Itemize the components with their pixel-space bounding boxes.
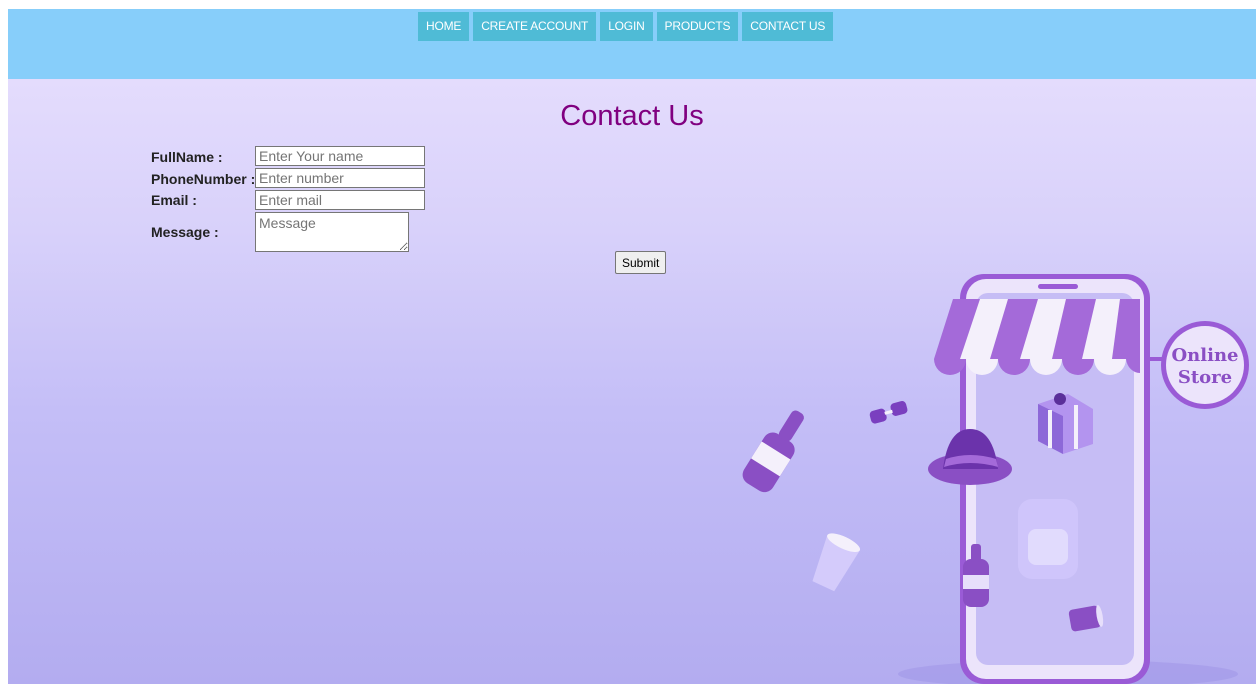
online-store-illustration: Online Store — [742, 274, 1249, 684]
nav-login[interactable]: LOGIN — [600, 12, 653, 41]
phone-input[interactable] — [255, 168, 425, 188]
awning — [934, 299, 1140, 375]
phone-label: PhoneNumber : — [151, 171, 256, 187]
backpack — [1018, 499, 1078, 579]
message-label: Message : — [151, 224, 219, 240]
sunglasses — [869, 401, 908, 424]
page-frame: HOME CREATE ACCOUNT LOGIN PRODUCTS CONTA… — [8, 9, 1256, 684]
page-title: Contact Us — [560, 100, 704, 132]
message-textarea[interactable] — [255, 212, 409, 252]
bottle-floating — [742, 410, 804, 493]
nav-create-account[interactable]: CREATE ACCOUNT — [473, 12, 597, 41]
top-navbar: HOME CREATE ACCOUNT LOGIN PRODUCTS CONTA… — [8, 9, 1256, 79]
email-label: Email : — [151, 192, 197, 208]
main-nav: HOME CREATE ACCOUNT LOGIN PRODUCTS CONTA… — [418, 12, 834, 41]
nav-home[interactable]: HOME — [418, 12, 470, 41]
sign-text-line1: Online — [1172, 345, 1239, 366]
fullname-label: FullName : — [151, 149, 223, 165]
fullname-input[interactable] — [255, 146, 425, 166]
sign-text-line2: Store — [1178, 367, 1232, 388]
cup — [812, 533, 861, 592]
submit-button[interactable]: Submit — [615, 251, 667, 274]
online-store-sign: Online Store — [1148, 321, 1249, 409]
contact-content: Contact Us FullName : PhoneNumber : Emai… — [8, 79, 1256, 684]
nav-contact-us[interactable]: CONTACT US — [742, 12, 834, 41]
phone-speaker — [1038, 284, 1078, 289]
nav-products[interactable]: PRODUCTS — [656, 12, 739, 41]
email-input[interactable] — [255, 190, 425, 210]
